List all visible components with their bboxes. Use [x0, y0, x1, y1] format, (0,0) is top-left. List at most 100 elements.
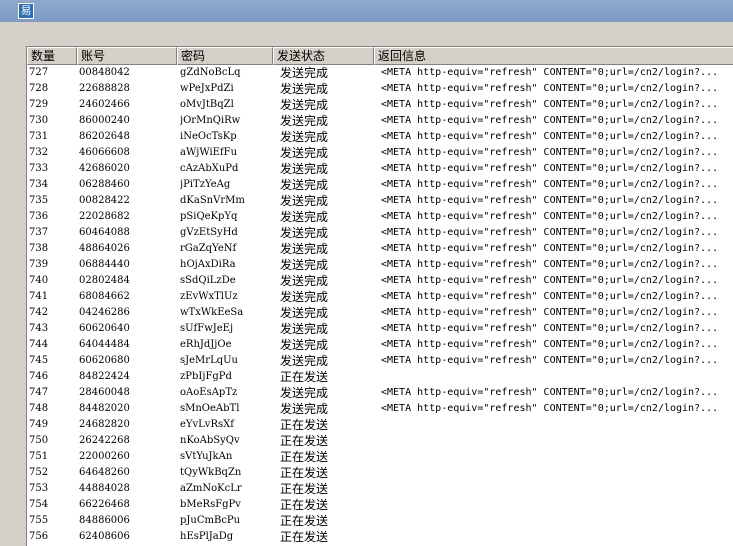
table-row[interactable]: 731 86202648 iNeOcTsKp 发送完成 <META http-equiv… — [27, 129, 733, 145]
row-account: 64648260 — [79, 467, 130, 478]
row-status: 发送完成 — [280, 402, 329, 416]
row-count: 745 — [29, 355, 49, 366]
row-status: 正在发送 — [280, 466, 329, 480]
column-header-status[interactable]: 发送状态 — [273, 47, 374, 65]
table-row[interactable]: 728 22688828 wPeJxPdZi 发送完成 <META http-equiv… — [27, 81, 733, 97]
table-row[interactable]: 729 24602466 oMvJtBqZl 发送完成 <META http-equiv… — [27, 97, 733, 113]
row-account: 60464088 — [79, 227, 130, 238]
row-count: 747 — [29, 387, 49, 398]
row-password: dKaSnVrMm — [180, 195, 245, 206]
table-row[interactable]: 734 06288460 jPiTzYeAg 发送完成 <META http-equiv… — [27, 177, 733, 193]
table-row[interactable]: 741 68084662 zEvWxTlUz 发送完成 <META http-equiv… — [27, 289, 733, 305]
row-response: <META http-equiv="refresh" CONTENT="0;ur… — [381, 211, 719, 222]
table-row[interactable]: 733 42686020 cAzAbXuPd 发送完成 <META http-equiv… — [27, 161, 733, 177]
row-response: <META http-equiv="refresh" CONTENT="0;ur… — [381, 355, 719, 366]
row-password: wPeJxPdZi — [180, 83, 234, 94]
table-row[interactable]: 756 62408606 hEsPlJaDg 正在发送 — [27, 529, 733, 545]
row-account: 46066608 — [79, 147, 130, 158]
row-account: 86202648 — [79, 131, 130, 142]
toolbar-area — [0, 22, 733, 46]
table-row[interactable]: 737 60464088 gVzEtSyHd 发送完成 <META http-equiv… — [27, 225, 733, 241]
row-response: <META http-equiv="refresh" CONTENT="0;ur… — [381, 131, 719, 142]
row-count: 754 — [29, 499, 49, 510]
row-response — [381, 497, 733, 513]
row-response: <META http-equiv="refresh" CONTENT="0;ur… — [381, 227, 719, 238]
row-status: 正在发送 — [280, 498, 329, 512]
row-status: 正在发送 — [280, 450, 329, 464]
row-password: jOrMnQiRw — [180, 115, 241, 126]
column-header-response[interactable]: 返回信息 — [374, 47, 733, 65]
row-response: <META http-equiv="refresh" CONTENT="0;ur… — [381, 387, 719, 398]
table-row[interactable]: 736 22028682 pSiQeKpYq 发送完成 <META http-equiv… — [27, 209, 733, 225]
row-status: 正在发送 — [280, 530, 329, 544]
table-row[interactable]: 746 84822424 zPbIjFgPd 正在发送 — [27, 369, 733, 385]
table-row[interactable]: 745 60620680 sJeMrLqUu 发送完成 <META http-equiv… — [27, 353, 733, 369]
row-count: 736 — [29, 211, 49, 222]
table-row[interactable]: 755 84886006 pJuCmBcPu 正在发送 — [27, 513, 733, 529]
row-password: aWjWiEfFu — [180, 147, 238, 158]
row-response — [381, 369, 733, 385]
row-password: aZmNoKcLr — [180, 483, 242, 494]
row-password: oMvJtBqZl — [180, 99, 234, 110]
row-response: <META http-equiv="refresh" CONTENT="0;ur… — [381, 147, 719, 158]
row-account: 64044484 — [79, 339, 130, 350]
table-row[interactable]: 727 00848042 gZdNoBcLq 发送完成 <META http-equiv… — [27, 65, 733, 81]
row-password: rGaZqYeNf — [180, 243, 237, 254]
row-response: <META http-equiv="refresh" CONTENT="0;ur… — [381, 195, 719, 206]
row-count: 732 — [29, 147, 49, 158]
row-count: 738 — [29, 243, 49, 254]
row-response: <META http-equiv="refresh" CONTENT="0;ur… — [381, 163, 719, 174]
row-response: <META http-equiv="refresh" CONTENT="0;ur… — [381, 339, 719, 350]
row-count: 730 — [29, 115, 49, 126]
row-count: 733 — [29, 163, 49, 174]
row-password: zEvWxTlUz — [180, 291, 238, 302]
table-row[interactable]: 740 02802484 sSdQiLzDe 发送完成 <META http-equiv… — [27, 273, 733, 289]
title-bar: 易 — [0, 0, 733, 22]
row-account: 00848042 — [79, 67, 130, 78]
row-status: 发送完成 — [280, 274, 329, 288]
row-status: 发送完成 — [280, 290, 329, 304]
table-row[interactable]: 754 66226468 bMeRsFgPv 正在发送 — [27, 497, 733, 513]
table-row[interactable]: 748 84482020 sMnOeAbTl 发送完成 <META http-equiv… — [27, 401, 733, 417]
table-row[interactable]: 744 64044484 eRhJdJjOe 发送完成 <META http-equiv… — [27, 337, 733, 353]
row-password: cAzAbXuPd — [180, 163, 239, 174]
table-row[interactable]: 751 22000260 sVtYuJkAn 正在发送 — [27, 449, 733, 465]
row-account: 84822424 — [79, 371, 130, 382]
row-account: 66226468 — [79, 499, 130, 510]
row-response: <META http-equiv="refresh" CONTENT="0;ur… — [381, 307, 719, 318]
table-row[interactable]: 735 00828422 dKaSnVrMm 发送完成 <META http-equiv… — [27, 193, 733, 209]
table-row[interactable]: 739 06884440 hOjAxDiRa 发送完成 <META http-equiv… — [27, 257, 733, 273]
row-account: 22688828 — [79, 83, 130, 94]
row-status: 发送完成 — [280, 82, 329, 96]
table-row[interactable]: 730 86000240 jOrMnQiRw 发送完成 <META http-equiv… — [27, 113, 733, 129]
table-row[interactable]: 753 44884028 aZmNoKcLr 正在发送 — [27, 481, 733, 497]
row-password: hOjAxDiRa — [180, 259, 236, 270]
row-count: 739 — [29, 259, 49, 270]
row-account: 84886006 — [79, 515, 130, 526]
row-account: 22028682 — [79, 211, 130, 222]
row-account: 06884440 — [79, 259, 130, 270]
row-count: 737 — [29, 227, 49, 238]
send-status-list[interactable]: 数量 账号 密码 发送状态 返回信息 727 00848042 gZdNoBcLq 发… — [26, 46, 733, 546]
table-row[interactable]: 752 64648260 tQyWkBqZn 正在发送 — [27, 465, 733, 481]
table-row[interactable]: 738 48864026 rGaZqYeNf 发送完成 <META http-equiv… — [27, 241, 733, 257]
row-password: iNeOcTsKp — [180, 131, 237, 142]
column-header-count[interactable]: 数量 — [27, 47, 77, 65]
row-count: 751 — [29, 451, 49, 462]
row-account: 06288460 — [79, 179, 130, 190]
row-count: 727 — [29, 67, 49, 78]
table-row[interactable]: 747 28460048 oAoEsApTz 发送完成 <META http-equiv… — [27, 385, 733, 401]
table-row[interactable]: 742 04246286 wTxWkEeSa 发送完成 <META http-equiv… — [27, 305, 733, 321]
row-password: oAoEsApTz — [180, 387, 238, 398]
row-status: 发送完成 — [280, 162, 329, 176]
column-header-password[interactable]: 密码 — [177, 47, 273, 65]
column-header-account[interactable]: 账号 — [77, 47, 177, 65]
table-row[interactable]: 732 46066608 aWjWiEfFu 发送完成 <META http-equiv… — [27, 145, 733, 161]
row-account: 86000240 — [79, 115, 130, 126]
row-count: 741 — [29, 291, 49, 302]
table-row[interactable]: 749 24682820 eYvLvRsXf 正在发送 — [27, 417, 733, 433]
table-row[interactable]: 750 26242268 nKoAbSyQv 正在发送 — [27, 433, 733, 449]
row-account: 68084662 — [79, 291, 130, 302]
table-row[interactable]: 743 60620640 sUfFwJeEj 发送完成 <META http-equiv… — [27, 321, 733, 337]
row-count: 742 — [29, 307, 49, 318]
